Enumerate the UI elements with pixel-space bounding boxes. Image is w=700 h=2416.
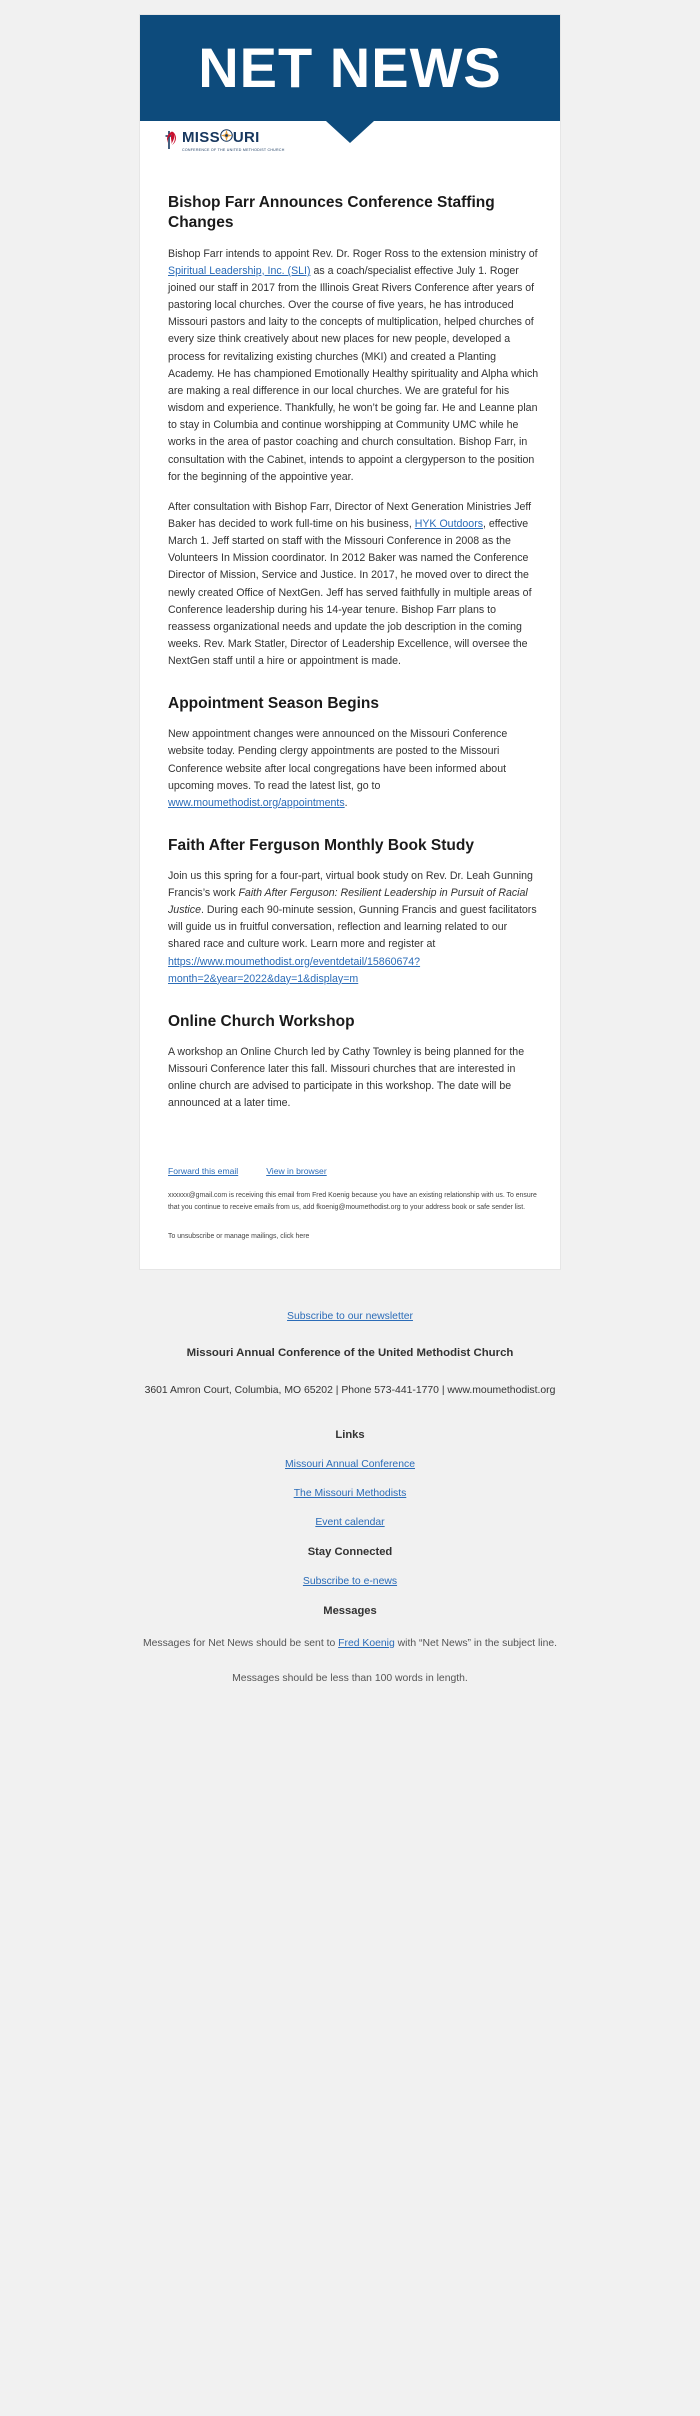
article-paragraph: New appointment changes were announced o… [168, 726, 540, 812]
article-paragraph: Bishop Farr intends to appoint Rev. Dr. … [168, 246, 540, 486]
organization-address: 3601 Amron Court, Columbia, MO 65202 | P… [144, 1384, 556, 1396]
stay-connected-heading: Stay Connected [307, 1545, 393, 1558]
section-title-online-church-workshop: Online Church Workshop [168, 1012, 355, 1030]
outer-footer: Subscribe to our newsletter Missouri Ann… [0, 1253, 700, 1746]
email-card: NET NEWS MISS URI CONFERENCE OF THE UNIT… [140, 15, 560, 1269]
paragraph-text-post: as a coach/specialist effective July 1. … [168, 264, 539, 483]
link-missouri-annual-conference[interactable]: Missouri Annual Conference [70, 1459, 630, 1470]
article-paragraph: Join us this spring for a four-part, vir… [168, 868, 540, 988]
banner-pointer-triangle [326, 121, 374, 143]
unsubscribe-text[interactable]: To unsubscribe or manage mailings, click… [168, 1231, 540, 1243]
link-subscribe-enews[interactable]: Subscribe to e-news [70, 1576, 630, 1587]
forward-this-email-link[interactable]: Forward this email [168, 1166, 238, 1176]
appointments-url-link[interactable]: www.moumethodist.org/appointments [168, 797, 345, 809]
messages-instruction: Messages for Net News should be sent to … [70, 1635, 630, 1652]
logo-tagline: CONFERENCE OF THE UNITED METHODIST CHURC… [182, 147, 285, 152]
event-detail-url-link[interactable]: https://www.moumethodist.org/eventdetail… [168, 956, 420, 985]
paragraph-text-post: . [344, 796, 348, 809]
section-title-faith-after-ferguson: Faith After Ferguson Monthly Book Study [168, 837, 474, 855]
paragraph-text-post: , effective March 1. Jeff started on sta… [168, 518, 532, 668]
messages-length-note: Messages should be less than 100 words i… [232, 1672, 468, 1684]
paragraph-text-pre: A workshop an Online Church led by Cathy… [168, 1045, 525, 1110]
messages-text-pre: Messages for Net News should be sent to [142, 1637, 339, 1649]
view-in-browser-link[interactable]: View in browser [266, 1166, 327, 1176]
net-news-banner: NET NEWS [140, 15, 560, 143]
article-paragraph: After consultation with Bishop Farr, Dir… [168, 499, 540, 671]
paragraph-text-pre: Bishop Farr intends to appoint Rev. Dr. … [168, 247, 538, 260]
messages-text-post: with “Net News” in the subject line. [394, 1637, 558, 1649]
paragraph-text-mid: . During each 90-minute session, Gunning… [168, 904, 537, 951]
article-paragraph: A workshop an Online Church led by Cathy… [168, 1044, 540, 1113]
article-title-staffing: Bishop Farr Announces Conference Staffin… [168, 194, 495, 231]
links-heading: Links [335, 1428, 365, 1441]
organization-name: Missouri Annual Conference of the United… [186, 1346, 514, 1359]
messages-heading: Messages [323, 1604, 377, 1617]
logo-text-block: MISS URI CONFERENCE OF THE UNITED METHOD… [182, 129, 285, 152]
logo-word-tail: URI [232, 128, 260, 146]
card-footer: Forward this email View in browser xxxxx… [140, 1120, 560, 1268]
banner-title: NET NEWS [198, 36, 502, 99]
fred-koenig-link[interactable]: Fred Koenig [338, 1638, 395, 1649]
email-page: NET NEWS MISS URI CONFERENCE OF THE UNIT… [0, 0, 700, 2416]
footer-link-row: Forward this email View in browser [168, 1166, 540, 1176]
logo-word-head: MISS [182, 128, 220, 146]
cross-and-flame-icon [162, 130, 179, 155]
hyk-outdoors-link[interactable]: HYK Outdoors [415, 518, 483, 530]
subscribe-newsletter-link[interactable]: Subscribe to our newsletter [287, 1311, 413, 1322]
disclaimer-text: xxxxxx@gmail.com is receiving this email… [168, 1192, 537, 1212]
link-the-missouri-methodists[interactable]: The Missouri Methodists [70, 1488, 630, 1499]
email-body: Bishop Farr Announces Conference Staffin… [140, 165, 560, 1120]
logo-wordmark: MISS URI [182, 129, 285, 145]
section-title-appointment-season: Appointment Season Begins [168, 695, 379, 713]
compass-rose-icon [220, 129, 233, 145]
sli-link[interactable]: Spiritual Leadership, Inc. (SLI) [168, 265, 311, 277]
paragraph-text-pre: New appointment changes were announced o… [168, 728, 508, 792]
link-event-calendar[interactable]: Event calendar [70, 1517, 630, 1528]
